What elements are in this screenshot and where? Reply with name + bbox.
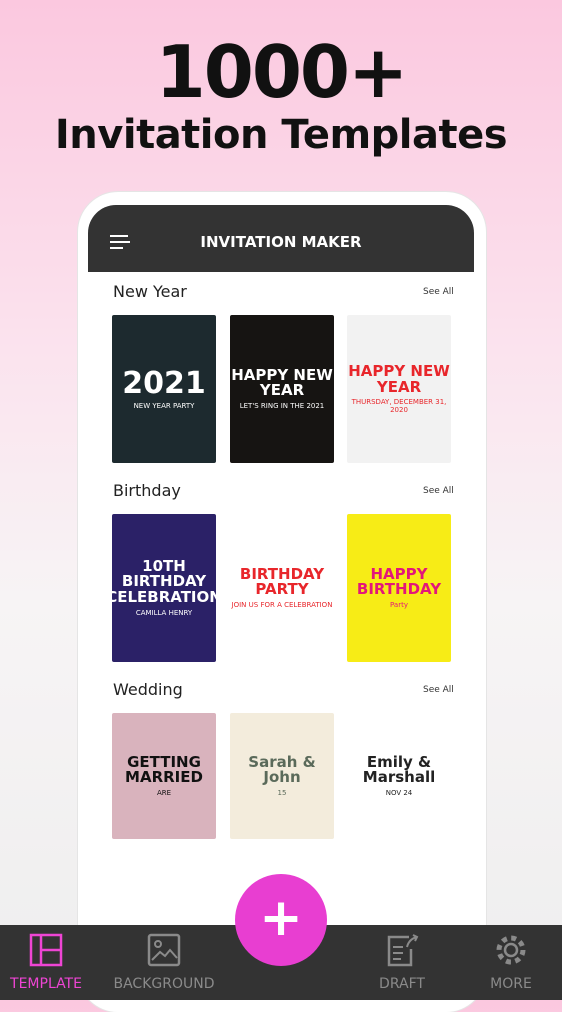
template-card[interactable]: Emily & Marshall NOV 24: [347, 713, 451, 839]
app-title: INVITATION MAKER: [200, 233, 362, 251]
card-headline: GETTING MARRIED: [125, 752, 203, 787]
template-layout-icon: [29, 933, 63, 967]
template-card[interactable]: Sarah & John 15: [230, 713, 334, 839]
card-subtext: Party: [390, 601, 408, 610]
see-all-link[interactable]: See All: [423, 685, 454, 695]
nav-background[interactable]: BACKGROUND: [104, 925, 224, 1000]
card-headline: 2021: [122, 365, 206, 401]
card-subtext: 15: [277, 789, 287, 798]
card-subtext: CAMILLA HENRY: [135, 608, 193, 617]
card-headline: 10TH BIRTHDAY CELEBRATION: [112, 556, 216, 607]
nav-label: TEMPLATE: [10, 976, 82, 992]
see-all-link[interactable]: See All: [423, 486, 454, 496]
template-card[interactable]: GETTING MARRIED ARE: [112, 713, 216, 839]
template-card[interactable]: HAPPY NEW YEAR LET'S RING IN THE 2021: [230, 315, 334, 463]
card-headline: HAPPY BIRTHDAY: [356, 564, 442, 599]
draft-edit-icon: [387, 934, 419, 967]
template-card[interactable]: HAPPY BIRTHDAY Party: [347, 514, 451, 662]
card-headline: HAPPY NEW YEAR: [231, 365, 333, 400]
nav-more[interactable]: MORE: [470, 925, 552, 1000]
card-subtext: NEW YEAR PARTY: [133, 402, 195, 411]
card-subtext: ARE: [156, 789, 172, 798]
card-headline: Emily & Marshall: [362, 752, 436, 787]
section-title: Wedding: [113, 680, 183, 699]
template-card[interactable]: 10TH BIRTHDAY CELEBRATION CAMILLA HENRY: [112, 514, 216, 662]
app-bar: INVITATION MAKER: [88, 205, 474, 272]
nav-draft[interactable]: DRAFT: [360, 925, 444, 1000]
promo-subtitle: Invitation Templates: [54, 112, 508, 158]
card-subtext: JOIN US FOR A CELEBRATION: [231, 601, 333, 610]
card-headline: Sarah & John: [248, 752, 316, 787]
card-headline: HAPPY NEW YEAR: [348, 361, 450, 396]
card-subtext: THURSDAY, DECEMBER 31, 2020: [351, 398, 447, 414]
card-subtext: NOV 24: [385, 789, 413, 798]
nav-label: BACKGROUND: [113, 976, 215, 992]
card-subtext: LET'S RING IN THE 2021: [239, 402, 325, 411]
template-card[interactable]: BIRTHDAY PARTY JOIN US FOR A CELEBRATION: [230, 514, 334, 662]
card-headline: BIRTHDAY PARTY: [239, 564, 325, 599]
nav-template[interactable]: TEMPLATE: [0, 925, 92, 1000]
nav-label: DRAFT: [379, 976, 425, 992]
image-icon: [147, 933, 181, 967]
promo-title: 1000+: [155, 30, 409, 114]
section-title: New Year: [113, 282, 187, 301]
section-title: Birthday: [113, 481, 181, 500]
template-card[interactable]: HAPPY NEW YEAR THURSDAY, DECEMBER 31, 20…: [347, 315, 451, 463]
nav-label: MORE: [490, 976, 532, 992]
gear-icon: [496, 935, 526, 965]
create-button[interactable]: +: [235, 874, 327, 966]
template-card[interactable]: 2021 NEW YEAR PARTY: [112, 315, 216, 463]
see-all-link[interactable]: See All: [423, 287, 454, 297]
